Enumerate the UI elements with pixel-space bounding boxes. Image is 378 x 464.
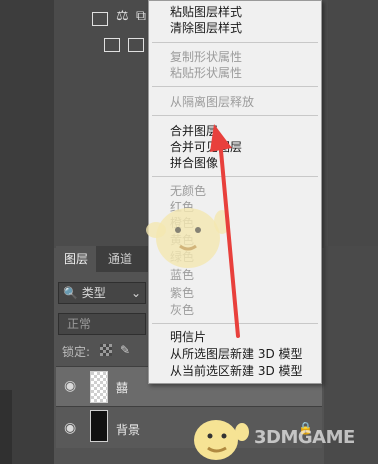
menu-item-color-gray[interactable]: 灰色 (170, 303, 194, 318)
menu-separator (152, 42, 318, 43)
layer-thumbnail (90, 410, 108, 442)
slash-box-icon[interactable] (128, 38, 144, 52)
lock-pixels-icon[interactable]: ✎ (120, 343, 130, 357)
menu-item-release-isolation[interactable]: 从隔离图层释放 (170, 95, 254, 110)
layer-filter-select[interactable]: 🔍 类型 ⌄ (58, 282, 146, 304)
eye-icon[interactable]: ◉ (64, 378, 76, 394)
tab-channels[interactable]: 通道 (100, 246, 140, 272)
menu-item-3d-from-selection[interactable]: 从当前选区新建 3D 模型 (170, 364, 303, 379)
menu-item-clear-layer-style[interactable]: 清除图层样式 (170, 21, 242, 36)
mascot-logo-image (194, 420, 249, 460)
menu-item-color-purple[interactable]: 紫色 (170, 286, 194, 301)
tab-layers[interactable]: 图层 (56, 246, 97, 272)
filter-select-label: 类型 (81, 286, 106, 300)
scales-icon[interactable]: ⚖ (116, 8, 129, 24)
layer-name[interactable]: 囍 (116, 379, 128, 396)
layer-thumbnail (90, 371, 108, 403)
mask-icon[interactable] (104, 38, 120, 52)
menu-item-copy-shape[interactable]: 复制形状属性 (170, 50, 242, 65)
layer-name[interactable]: 背景 (116, 421, 140, 438)
lock-transparency-icon[interactable] (100, 344, 112, 356)
menu-item-merge-layers[interactable]: 合并图层 (170, 124, 218, 139)
layers-icon[interactable]: ⧉ (136, 8, 146, 24)
menu-item-3d-from-layer[interactable]: 从所选图层新建 3D 模型 (170, 347, 303, 362)
menu-separator (152, 86, 318, 87)
grid-icon[interactable] (92, 12, 108, 26)
menu-item-paste-shape[interactable]: 粘贴形状属性 (170, 66, 242, 81)
blend-mode-select[interactable]: 正常 (58, 313, 146, 335)
mascot-watermark-image (146, 208, 230, 268)
search-icon: 🔍 (63, 286, 78, 300)
blend-mode-label: 正常 (67, 317, 92, 331)
menu-separator (152, 176, 318, 177)
menu-item-postcard[interactable]: 明信片 (170, 330, 206, 345)
site-watermark: 3DMGAME (254, 427, 355, 448)
menu-item-flatten-image[interactable]: 拼合图像 (170, 156, 218, 171)
menu-separator (152, 115, 318, 116)
lock-label: 锁定: (62, 345, 91, 359)
left-dock-scrollbar[interactable] (0, 390, 12, 464)
menu-separator (152, 323, 318, 324)
right-dock-strip (328, 0, 378, 246)
chevron-down-icon: ⌄ (130, 286, 141, 300)
menu-item-merge-visible[interactable]: 合并可见图层 (170, 140, 242, 155)
eye-icon[interactable]: ◉ (64, 420, 76, 436)
menu-item-paste-layer-style[interactable]: 粘贴图层样式 (170, 5, 242, 20)
